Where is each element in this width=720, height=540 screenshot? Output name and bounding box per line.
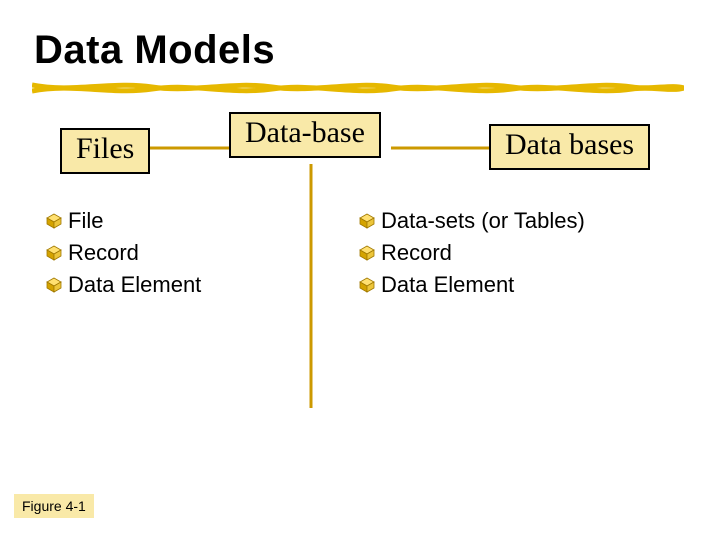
title-underline-scribble: [32, 79, 684, 97]
list-item: Data Element: [359, 272, 679, 298]
cube-bullet-icon: [359, 213, 375, 229]
bullet-text: Record: [381, 240, 452, 266]
right-bullet-list: Data-sets (or Tables) Record Data Elemen…: [359, 208, 679, 304]
files-box: Files: [60, 128, 150, 174]
cube-bullet-icon: [46, 245, 62, 261]
cube-bullet-icon: [46, 213, 62, 229]
bullet-text: Data Element: [381, 272, 514, 298]
databases-box: Data bases: [489, 124, 650, 170]
left-bullet-list: File Record Data Element: [46, 208, 336, 304]
slide: Data Models Files Data-base Data bases F…: [0, 0, 720, 540]
bullet-text: Data-sets (or Tables): [381, 208, 585, 234]
bullet-text: Data Element: [68, 272, 201, 298]
slide-title: Data Models: [34, 28, 686, 73]
list-item: Data-sets (or Tables): [359, 208, 679, 234]
cube-bullet-icon: [359, 245, 375, 261]
bullet-text: Record: [68, 240, 139, 266]
cube-bullet-icon: [359, 277, 375, 293]
list-item: Data Element: [46, 272, 336, 298]
list-item: Record: [46, 240, 336, 266]
database-top-box: Data-base: [229, 112, 381, 158]
cube-bullet-icon: [46, 277, 62, 293]
list-item: Record: [359, 240, 679, 266]
diagram-area: Files Data-base Data bases File Record: [34, 108, 686, 418]
list-item: File: [46, 208, 336, 234]
figure-label: Figure 4-1: [14, 494, 94, 518]
bullet-text: File: [68, 208, 103, 234]
